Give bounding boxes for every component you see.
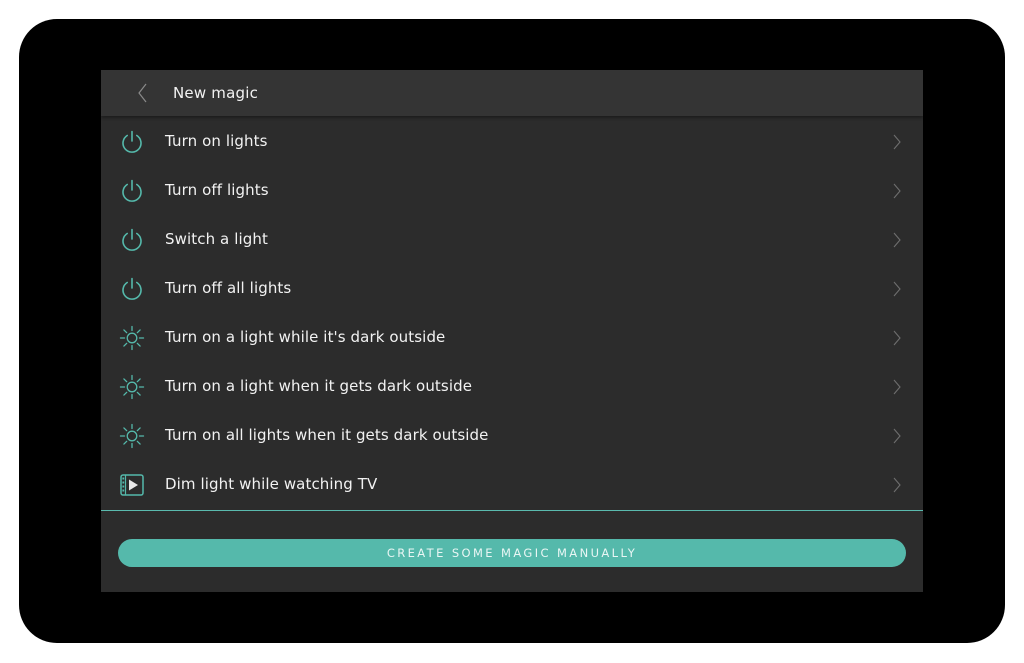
page-title: New magic <box>173 84 259 102</box>
list-item-label: Turn on a light while it's dark outside <box>165 328 446 346</box>
sun-icon <box>119 423 145 449</box>
chevron-right-icon <box>893 134 901 150</box>
power-icon <box>122 277 142 300</box>
power-icon <box>122 130 142 153</box>
magic-template-list: Turn on lights Turn off lights Switch a … <box>101 117 923 509</box>
chevron-right-icon <box>893 330 901 346</box>
list-item-all-lights-when-dark[interactable]: Turn on all lights when it gets dark out… <box>101 411 923 460</box>
chevron-right-icon <box>893 477 901 493</box>
chevron-right-icon <box>893 428 901 444</box>
app-screen: New magic Turn on lights Turn off lights <box>101 70 923 592</box>
list-item-light-while-dark[interactable]: Turn on a light while it's dark outside <box>101 313 923 362</box>
back-button[interactable] <box>131 80 155 106</box>
list-item-label: Turn on a light when it gets dark outsid… <box>165 377 473 395</box>
list-item-label: Turn off lights <box>165 181 269 199</box>
list-divider <box>101 510 923 511</box>
list-item-turn-off-all-lights[interactable]: Turn off all lights <box>101 264 923 313</box>
list-item-label: Dim light while watching TV <box>165 475 378 493</box>
chevron-right-icon <box>893 379 901 395</box>
list-item-label: Turn off all lights <box>165 279 292 297</box>
list-item-switch-a-light[interactable]: Switch a light <box>101 215 923 264</box>
chevron-left-icon <box>138 83 147 103</box>
list-item-light-when-dark[interactable]: Turn on a light when it gets dark outsid… <box>101 362 923 411</box>
power-icon <box>122 228 142 251</box>
sun-icon <box>119 325 145 351</box>
app-header: New magic <box>101 70 923 116</box>
list-item-label: Turn on lights <box>165 132 268 150</box>
list-item-label: Turn on all lights when it gets dark out… <box>165 426 489 444</box>
create-magic-manually-button[interactable]: CREATE SOME MAGIC MANUALLY <box>118 539 906 567</box>
list-item-turn-on-lights[interactable]: Turn on lights <box>101 117 923 166</box>
list-item-turn-off-lights[interactable]: Turn off lights <box>101 166 923 215</box>
chevron-right-icon <box>893 232 901 248</box>
play-video-icon <box>120 474 144 496</box>
power-icon <box>122 179 142 202</box>
list-item-dim-while-tv[interactable]: Dim light while watching TV <box>101 460 923 509</box>
list-item-label: Switch a light <box>165 230 268 248</box>
chevron-right-icon <box>893 183 901 199</box>
chevron-right-icon <box>893 281 901 297</box>
sun-icon <box>119 374 145 400</box>
